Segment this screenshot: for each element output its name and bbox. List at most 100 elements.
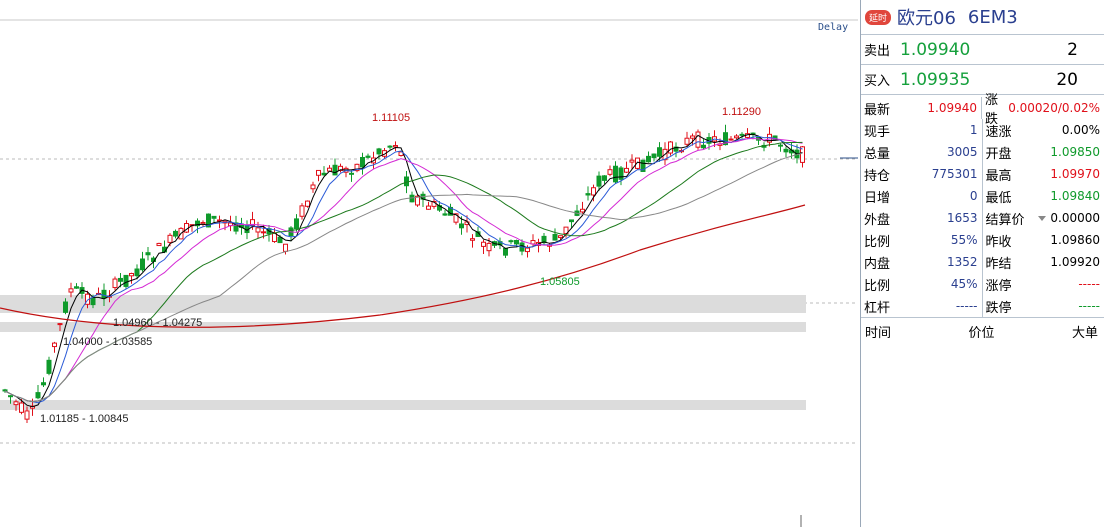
candle-body <box>651 153 657 159</box>
candle-body <box>624 167 629 173</box>
symbol-code: 6EM3 <box>967 6 1018 28</box>
candle-body <box>74 286 79 289</box>
tick-header-price: 价位 <box>968 326 995 341</box>
stats-row: 比例 55% 昨收 1.09860 <box>861 229 1104 251</box>
zone-label: 1.01185 - 1.00845 <box>40 413 128 425</box>
candle-body <box>470 238 475 241</box>
stat-label: 日增 <box>864 190 891 206</box>
chart-canvas[interactable]: 1.11105 1.11290 1.05805 1.04960 - 1.04275 1.… <box>0 0 858 527</box>
stat-label: 总量 <box>864 146 891 162</box>
stat-value: 0.00000 <box>1050 211 1100 225</box>
candle-body <box>613 165 618 183</box>
candle-body <box>569 219 574 223</box>
candle-body <box>734 135 739 139</box>
stat-cell-left: 持仓 775301 <box>861 163 983 185</box>
ask-volume: 2 <box>1067 39 1078 60</box>
bid-label: 买入 <box>864 74 891 89</box>
tick-header-size: 大单 <box>1071 326 1098 341</box>
candle-body <box>668 141 673 154</box>
quote-title-row: 延时 欧元06 6EM3 <box>861 0 1104 35</box>
candle-body <box>294 218 299 230</box>
candle-body <box>305 200 310 207</box>
candle-body <box>90 297 96 306</box>
stat-cell-left: 最新 1.09940 <box>861 97 982 119</box>
candle-body <box>552 233 558 241</box>
candle-body <box>283 243 288 252</box>
candle-body <box>2 389 8 392</box>
candle-body <box>156 242 162 247</box>
stat-cell-left: 外盘 1653 <box>861 207 983 229</box>
candle-body <box>52 342 57 348</box>
ask-price: 1.09940 <box>900 39 971 60</box>
tick-header-time: 时间 <box>865 326 892 341</box>
stat-value: 1.09850 <box>1050 145 1100 159</box>
stat-value: 0.00020/0.02% <box>1008 101 1100 115</box>
stat-label: 比例 <box>864 278 891 294</box>
stat-value: 0 <box>969 189 978 203</box>
candle-body <box>140 258 145 271</box>
delay-label: Delay <box>818 22 849 33</box>
stat-value: 1.09970 <box>1050 167 1100 181</box>
candle-body <box>46 359 52 374</box>
stat-value: 0.00% <box>1061 123 1100 137</box>
candle-body <box>503 248 508 256</box>
candle-body <box>134 268 140 277</box>
candle-body <box>57 323 63 326</box>
tick-table-header: 时间 价位 大单 <box>861 318 1104 341</box>
stats-row: 外盘 1653 结算价 0.00000 <box>861 207 1104 229</box>
chevron-down-icon[interactable] <box>1037 215 1046 221</box>
high-price-label: 1.11105 <box>372 112 410 124</box>
candle-body <box>35 392 41 399</box>
high-price-label: 1.11290 <box>722 106 761 118</box>
stat-value: 1.09920 <box>1050 255 1100 269</box>
candlestick-chart[interactable]: 1.11105 1.11290 1.05805 1.04960 - 1.04275 1.… <box>0 0 858 527</box>
stat-value: 775301 <box>931 167 978 181</box>
stats-row: 日增 0 最低 1.09840 <box>861 185 1104 207</box>
stat-label: 昨结 <box>985 256 1012 272</box>
quote-stats-grid: 最新 1.09940 涨跌 0.00020/0.02% 现手 1 速涨 0.00% 总量 3005… <box>861 93 1104 318</box>
ask-label: 卖出 <box>864 44 891 59</box>
stats-row: 总量 3005 开盘 1.09850 <box>861 141 1104 163</box>
ma40-line <box>4 141 803 403</box>
stats-row: 持仓 775301 最高 1.09970 <box>861 163 1104 185</box>
stat-cell-right: 速涨 0.00% <box>983 119 1104 141</box>
candle-body <box>387 145 393 148</box>
support-zone-band <box>0 295 806 313</box>
stat-value: 55% <box>950 233 978 247</box>
support-zone-band <box>0 400 806 410</box>
ma20-line <box>4 137 803 403</box>
candle-body <box>607 169 613 175</box>
candle-body <box>8 395 13 398</box>
candle-body <box>272 232 277 243</box>
stat-cell-right: 涨跌 0.00020/0.02% <box>982 93 1104 127</box>
stat-cell-left: 比例 55% <box>861 229 983 251</box>
candle-body <box>41 382 46 386</box>
candle-body <box>442 213 448 216</box>
candle-body <box>514 239 519 245</box>
stat-value: 1.09860 <box>1050 233 1100 247</box>
candle-body <box>360 156 365 168</box>
stats-row: 现手 1 速涨 0.00% <box>861 119 1104 141</box>
stat-value: 1352 <box>946 255 978 269</box>
ma10-line <box>4 135 803 404</box>
candle-body <box>321 172 327 176</box>
candle-body <box>602 175 607 181</box>
stat-cell-right: 昨收 1.09860 <box>983 229 1104 251</box>
candle-body <box>112 278 118 289</box>
stat-value: 1 <box>969 123 978 137</box>
candle-body <box>211 215 217 219</box>
candle-body <box>690 135 695 139</box>
candle-body <box>327 167 332 172</box>
candle-body <box>118 277 123 282</box>
stats-row: 最新 1.09940 涨跌 0.00020/0.02% <box>861 93 1104 127</box>
stat-label: 跌停 <box>985 300 1012 316</box>
candle-body <box>591 187 596 196</box>
candle-body <box>261 231 266 234</box>
candle-body <box>728 138 734 141</box>
candle-body <box>695 131 701 148</box>
candle-body <box>277 236 283 244</box>
candle-body <box>508 240 514 243</box>
stat-cell-right: 跌停 ----- <box>983 295 1104 317</box>
stat-value: ----- <box>955 299 978 313</box>
candle-body <box>129 272 134 277</box>
